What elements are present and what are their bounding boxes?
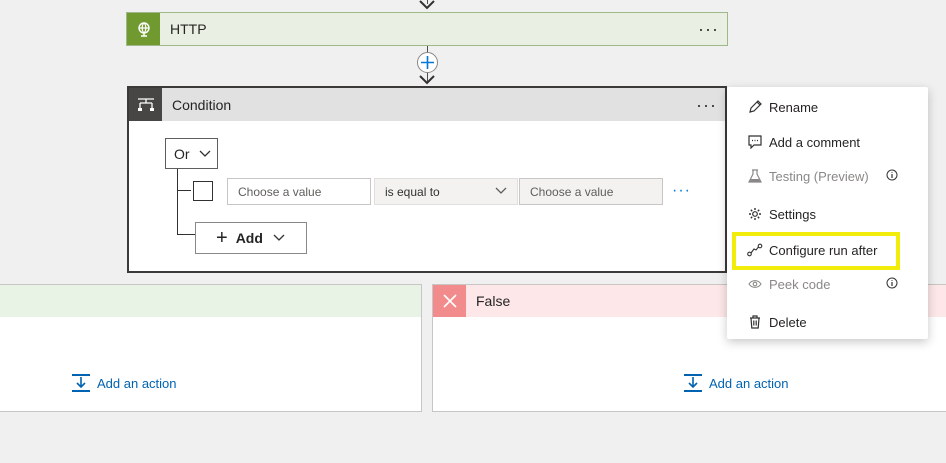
menu-item-label: Delete (769, 314, 807, 330)
menu-item-label: Add a comment (769, 134, 861, 150)
tree-line (177, 234, 197, 235)
globe-icon (127, 13, 160, 45)
highlight-box (732, 232, 900, 270)
operator-value: is equal to (385, 184, 440, 199)
add-row-label: Add (235, 230, 263, 246)
condition-icon (129, 88, 162, 121)
tree-line (177, 190, 191, 191)
http-step-card[interactable]: HTTP ··· (126, 12, 728, 46)
add-row-button[interactable]: + Add (195, 222, 307, 254)
row-checkbox[interactable] (193, 181, 213, 201)
tree-line (177, 169, 178, 234)
http-more-button[interactable]: ··· (698, 20, 719, 38)
menu-item-label: Rename (769, 99, 819, 115)
chevron-down-icon (273, 234, 285, 241)
info-icon (886, 277, 898, 289)
operator-dropdown[interactable]: is equal to (374, 178, 518, 205)
condition-more-button[interactable]: ··· (696, 96, 717, 114)
plus-icon: + (216, 227, 228, 249)
chevron-down-icon (199, 150, 211, 157)
insert-step-button[interactable] (417, 52, 438, 73)
false-add-action-button[interactable]: Add an action (683, 373, 789, 393)
plus-icon (421, 56, 434, 69)
menu-item-delete[interactable]: Delete (727, 305, 928, 339)
chevron-down-icon (495, 187, 507, 194)
menu-item-label: Settings (769, 206, 816, 222)
down-arrow-icon (419, 0, 435, 10)
false-add-action-label: Add an action (709, 375, 789, 391)
close-x-icon (433, 285, 466, 317)
left-value-input[interactable]: Choose a value (227, 178, 371, 205)
group-operator-dropdown[interactable]: Or (165, 138, 218, 169)
pencil-icon (747, 99, 763, 115)
menu-item-label: Testing (Preview) (769, 168, 869, 184)
condition-title: Condition (172, 96, 232, 113)
comment-icon (747, 134, 763, 150)
true-branch-pane: Add an action (0, 284, 422, 412)
menu-item-add-comment[interactable]: Add a comment (727, 125, 928, 159)
context-menu: Rename Add a comment Testing (Preview) S… (727, 87, 928, 339)
eye-icon (747, 276, 763, 292)
menu-item-label: Peek code (769, 276, 831, 292)
add-action-icon (684, 374, 702, 392)
down-arrow-icon (419, 75, 435, 85)
row-more-button[interactable]: ··· (672, 182, 691, 200)
group-operator-value: Or (174, 145, 190, 162)
gear-icon (747, 206, 763, 222)
menu-item-settings[interactable]: Settings (727, 197, 928, 231)
info-icon (886, 169, 898, 181)
trash-icon (747, 314, 763, 330)
false-branch-title: False (476, 293, 511, 309)
menu-item-testing[interactable]: Testing (Preview) (727, 159, 928, 193)
menu-item-peek-code[interactable]: Peek code (727, 267, 928, 301)
condition-card[interactable]: Condition ··· Or Choose a value is equal… (127, 86, 727, 273)
right-value-input[interactable]: Choose a value (519, 178, 663, 205)
add-action-icon (72, 374, 90, 392)
http-step-title: HTTP (170, 21, 207, 37)
true-branch-header[interactable] (0, 285, 421, 317)
true-add-action-label: Add an action (97, 375, 177, 391)
true-add-action-button[interactable]: Add an action (71, 373, 177, 393)
beaker-icon (747, 168, 763, 184)
condition-header[interactable]: Condition ··· (129, 88, 725, 121)
menu-item-rename[interactable]: Rename (727, 90, 928, 124)
